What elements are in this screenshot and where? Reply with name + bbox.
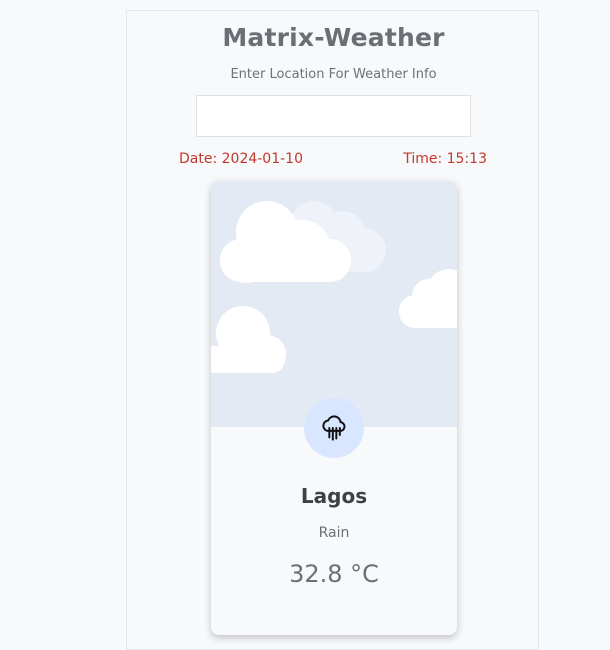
location-input[interactable]	[196, 95, 471, 137]
clouds-illustration	[211, 201, 457, 373]
location-prompt: Enter Location For Weather Info	[230, 67, 437, 82]
city-name: Lagos	[300, 484, 368, 508]
weather-icon-badge	[304, 398, 364, 458]
app-title: Matrix-Weather	[222, 23, 445, 52]
date-label: Date: 2024-01-10	[179, 151, 303, 167]
weather-condition: Rain	[318, 525, 350, 541]
weather-card: Lagos Rain 32.8 °C	[211, 181, 457, 635]
cloud-rain-icon	[322, 415, 346, 441]
sky-illustration	[211, 181, 457, 427]
time-label: Time: 15:13	[403, 151, 487, 167]
temperature: 32.8 °C	[289, 560, 379, 588]
main-panel: Matrix-Weather Enter Location For Weathe…	[126, 10, 539, 650]
